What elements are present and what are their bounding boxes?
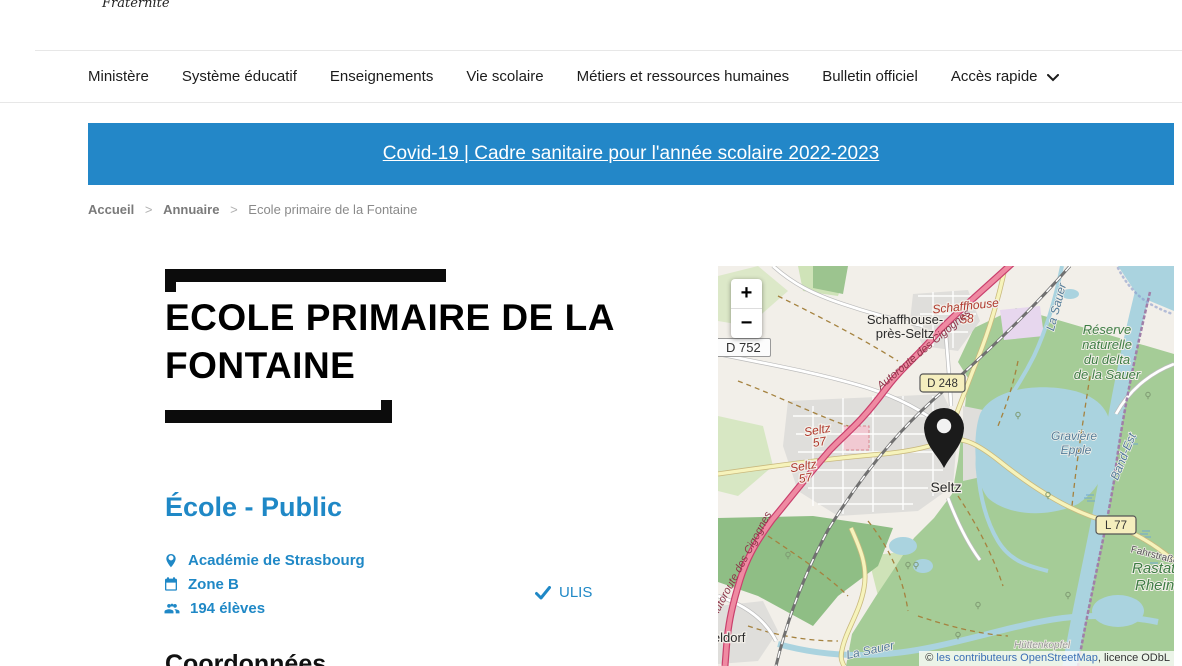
attribution-prefix: © (925, 652, 936, 664)
breadcrumb-annuaire[interactable]: Annuaire (163, 202, 219, 217)
breadcrumb-current: Ecole primaire de la Fontaine (248, 202, 417, 217)
detail-academie: Académie de Strasbourg (163, 551, 365, 569)
chevron-down-icon (1047, 69, 1059, 86)
map-label-reserve-4: de la Sauer (1074, 367, 1141, 382)
check-icon (535, 586, 551, 600)
location-pin-icon (163, 551, 179, 569)
nav-item-bulletin-officiel[interactable]: Bulletin officiel (822, 68, 918, 85)
map-attribution: © les contributeurs OpenStreetMap, licen… (919, 651, 1174, 666)
breadcrumb-home[interactable]: Accueil (88, 202, 134, 217)
map-label-seltz: Seltz (930, 479, 961, 495)
map-canvas: D 248 L 77 Schaffhouse- près-Seltz Seltz… (718, 266, 1174, 666)
map-label-rastatt-1: Rastatter (1132, 560, 1174, 577)
calendar-icon (163, 576, 179, 592)
map-label-reserve-2: naturelle (1082, 337, 1132, 352)
nav-item-acces-rapide-label: Accès rapide (951, 68, 1038, 85)
map[interactable]: D 248 L 77 Schaffhouse- près-Seltz Seltz… (718, 266, 1174, 666)
breadcrumb: Accueil > Annuaire > Ecole primaire de l… (88, 202, 417, 217)
school-category: École - Public (165, 492, 342, 523)
map-label-schaffhouse-line2: près-Seltz (876, 326, 935, 341)
map-label-reserve-3: du delta (1084, 352, 1130, 367)
nav-item-acces-rapide[interactable]: Accès rapide (951, 67, 1059, 86)
road-shield-d248: D 248 (920, 374, 965, 392)
attribution-suffix: , licence ODbL (1098, 652, 1170, 664)
map-label-rastatt-2: Rheinaue (1135, 577, 1174, 594)
nav-item-vie-scolaire[interactable]: Vie scolaire (466, 68, 543, 85)
detail-academie-label: Académie de Strasbourg (188, 552, 365, 569)
ulis-tag: ULIS (535, 584, 592, 601)
map-label-graviere-1: Gravière (1051, 429, 1097, 443)
map-label-schaffhouse-line1: Schaffhouse- (867, 312, 943, 327)
osm-contributors-link[interactable]: les contributeurs OpenStreetMap (936, 652, 1097, 664)
detail-eleves-label: 194 élèves (190, 600, 265, 617)
map-zoom-control: + − (731, 279, 762, 338)
breadcrumb-separator: > (145, 202, 153, 217)
page: Fraternité Ministère Système éducatif En… (0, 0, 1182, 666)
zoom-in-button[interactable]: + (731, 279, 762, 308)
gouv-logo-fraternite: Fraternité (102, 0, 170, 11)
zoom-out-button[interactable]: − (731, 308, 762, 338)
map-label-huettenkopfel: Hüttenkopfel (1014, 640, 1071, 651)
title-decoration-bottom (165, 410, 392, 423)
covid-banner-link[interactable]: Covid-19 | Cadre sanitaire pour l'année … (383, 143, 880, 165)
main-nav: Ministère Système éducatif Enseignements… (0, 51, 1182, 103)
nav-item-ministere[interactable]: Ministère (88, 68, 149, 85)
page-title: ECOLE PRIMAIRE DE LA FONTAINE (165, 294, 685, 390)
map-label-kesseldorf: Kesseldorf (718, 630, 746, 645)
nav-item-metiers-rh[interactable]: Métiers et ressources humaines (577, 68, 790, 85)
covid-banner: Covid-19 | Cadre sanitaire pour l'année … (88, 123, 1174, 185)
svg-text:D 248: D 248 (927, 378, 958, 390)
nav-item-enseignements[interactable]: Enseignements (330, 68, 433, 85)
road-shield-l77: L 77 (1096, 516, 1136, 534)
map-label-reserve-1: Réserve (1083, 322, 1131, 337)
nav-item-systeme-educatif[interactable]: Système éducatif (182, 68, 297, 85)
road-shield-d752: D 752 (718, 338, 771, 357)
detail-zone-label: Zone B (188, 576, 239, 593)
map-label-graviere-2: Epple (1061, 443, 1092, 457)
title-decoration-top (165, 269, 446, 282)
detail-zone: Zone B (163, 575, 365, 593)
detail-eleves: 194 élèves (163, 599, 365, 617)
breadcrumb-separator: > (230, 202, 238, 217)
school-details: Académie de Strasbourg Zone B 194 élèves (163, 551, 365, 623)
section-heading-coordonnees: Coordonnées (165, 650, 326, 666)
students-icon (163, 601, 181, 616)
svg-text:L 77: L 77 (1105, 520, 1127, 532)
ulis-label: ULIS (559, 584, 592, 601)
